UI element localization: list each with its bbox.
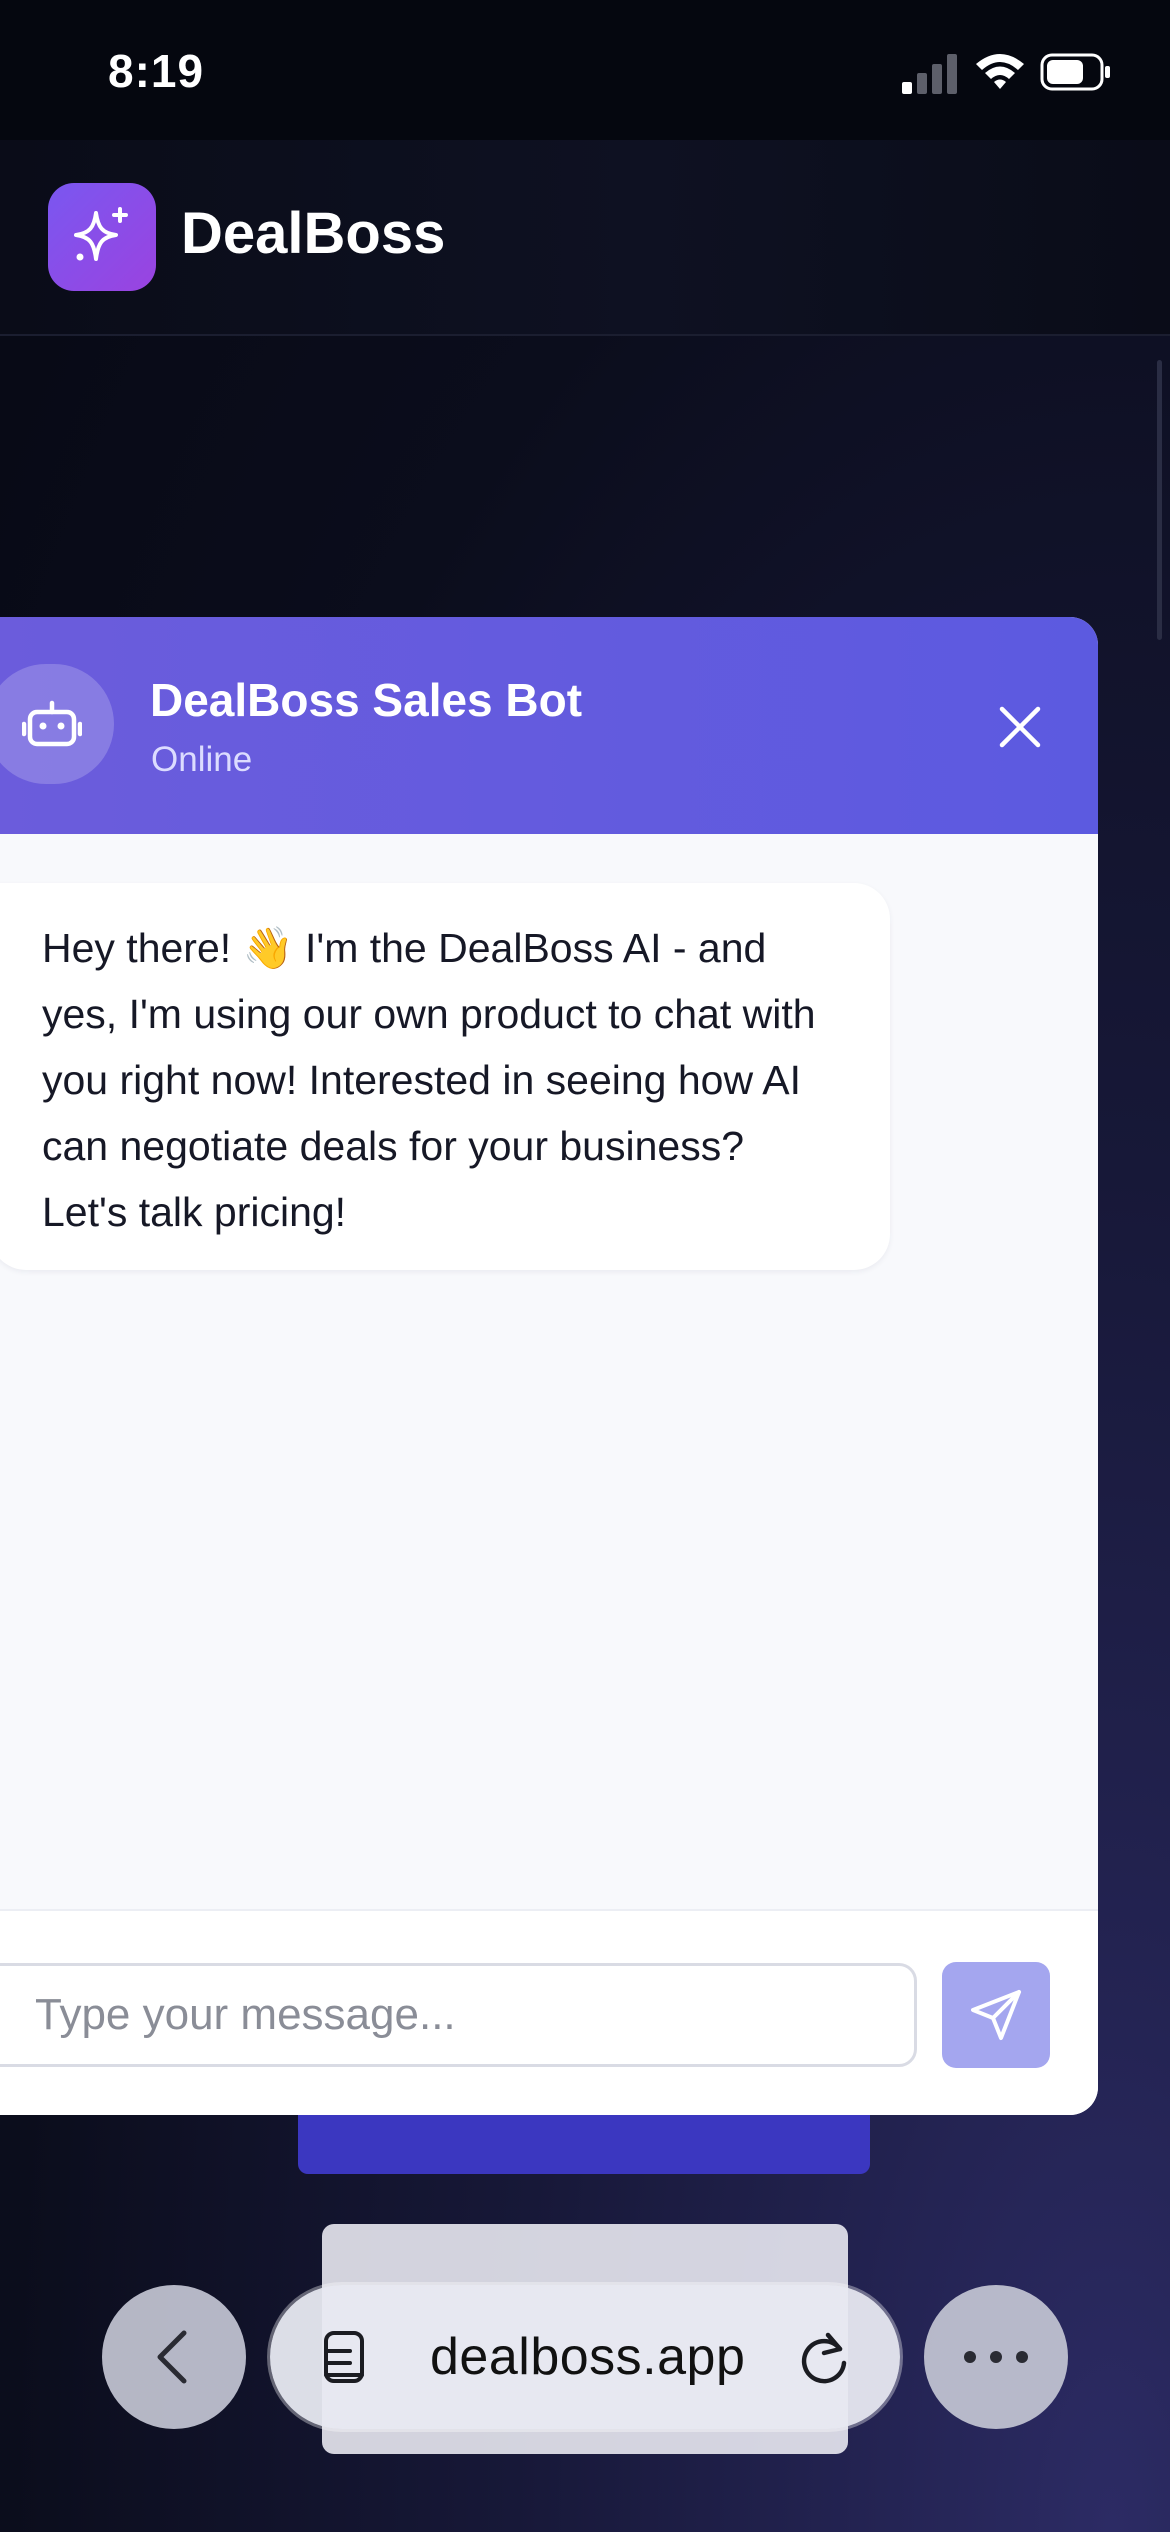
wifi-icon [976,54,1024,89]
reload-icon[interactable] [794,2327,854,2387]
battery-icon [1040,53,1110,91]
status-bar: 8:19 [0,0,1170,140]
send-icon [971,1990,1021,2040]
chat-header: DealBoss Sales Bot Online [0,617,1098,834]
tabs-icon[interactable] [320,2329,376,2385]
address-bar[interactable]: dealboss.app [270,2285,900,2429]
bot-name: DealBoss Sales Bot [150,674,583,726]
logo[interactable] [48,183,156,291]
bot-status: Online [151,740,253,779]
more-icon [964,2351,1028,2363]
robot-icon [22,700,82,747]
close-chat-button[interactable] [990,697,1050,757]
chevron-left-icon [157,2330,187,2384]
close-icon [999,706,1041,748]
message-input[interactable] [0,1963,917,2067]
scroll-indicator[interactable] [1157,360,1162,640]
bot-message: Hey there! 👋 I'm the DealBoss AI - and y… [0,883,890,1270]
app-header: DealBoss [0,140,1170,336]
bot-avatar [0,664,114,784]
more-button[interactable] [924,2285,1068,2429]
back-button[interactable] [102,2285,246,2429]
chat-widget: DealBoss Sales Bot Online [0,617,1098,2115]
signal-icon [902,54,957,94]
sparkles-icon [74,207,128,261]
brand-name[interactable]: DealBoss [181,200,445,267]
url-text[interactable]: dealboss.app [430,2327,745,2387]
status-time: 8:19 [108,45,205,97]
send-button[interactable] [942,1962,1050,2068]
